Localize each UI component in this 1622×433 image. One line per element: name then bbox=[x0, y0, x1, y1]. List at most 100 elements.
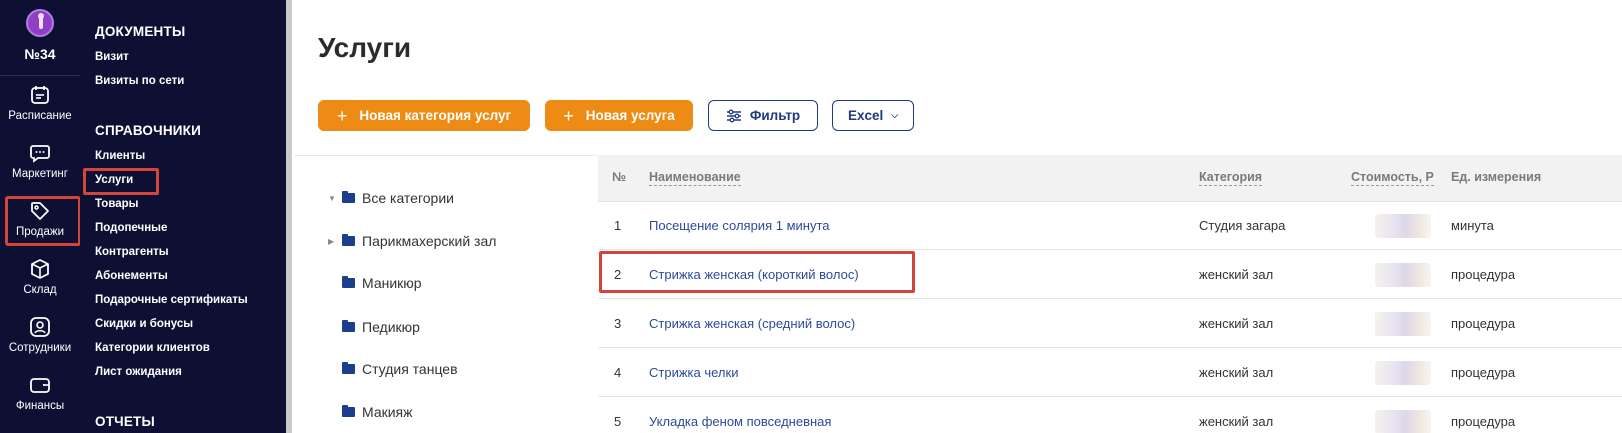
row-unit: процедура bbox=[1451, 316, 1516, 331]
new-service-label: Новая услуга bbox=[585, 108, 675, 123]
tree-item-label: Педикюр bbox=[362, 319, 420, 335]
org-number: №34 bbox=[24, 46, 56, 62]
price-redacted bbox=[1375, 214, 1431, 238]
nav-finance-label: Финансы bbox=[15, 400, 65, 412]
excel-dropdown[interactable]: Excel ⌵ bbox=[832, 100, 914, 131]
table-header: № Наименование Категория Стоимость, Р Ед… bbox=[598, 155, 1622, 202]
header-price[interactable]: Стоимость, Р bbox=[1351, 170, 1434, 186]
nav-marketing[interactable]: Маркетинг bbox=[0, 136, 80, 192]
row-category: Студия загара bbox=[1199, 218, 1286, 233]
nav-warehouse-label: Склад bbox=[23, 284, 57, 296]
row-category: женский зал bbox=[1199, 316, 1274, 331]
new-category-label: Новая категория услуг bbox=[359, 108, 512, 123]
wallet-icon bbox=[30, 378, 50, 393]
chevron-down-icon: ⌵ bbox=[891, 110, 899, 120]
tree-item-label: Макияж bbox=[362, 404, 413, 420]
excel-label: Excel bbox=[847, 108, 884, 123]
link-waiting-list[interactable]: Лист ожидания bbox=[95, 366, 182, 378]
category-tree: ▼ Все категории ▶ Парикмахерский зал Ман… bbox=[294, 155, 598, 433]
tree-item-dance-studio[interactable]: Студия танцев bbox=[342, 361, 458, 377]
table-row[interactable]: 1 Посещение солярия 1 минута Студия зага… bbox=[598, 202, 1622, 250]
folder-icon bbox=[342, 320, 355, 332]
table-row[interactable]: 4 Стрижка челки женский зал процедура bbox=[598, 349, 1622, 397]
link-gift-certificates[interactable]: Подарочные сертификаты bbox=[95, 294, 248, 306]
tree-item-hairdresser[interactable]: ▶ Парикмахерский зал bbox=[328, 233, 496, 249]
nav-warehouse[interactable]: Склад bbox=[0, 252, 80, 308]
price-redacted bbox=[1375, 263, 1431, 287]
section-references: СПРАВОЧНИКИ bbox=[95, 123, 202, 138]
link-network-visits[interactable]: Визиты по сети bbox=[95, 75, 184, 87]
row-num: 1 bbox=[614, 218, 622, 233]
row-category: женский зал bbox=[1199, 365, 1274, 380]
folder-icon bbox=[342, 405, 355, 417]
sales-submenu: ДОКУМЕНТЫ Визит Визиты по сети СПРАВОЧНИ… bbox=[80, 0, 286, 433]
nav-schedule[interactable]: Расписание bbox=[0, 78, 80, 134]
services-highlight-frame bbox=[83, 168, 159, 195]
price-redacted bbox=[1375, 312, 1431, 336]
tree-item-all[interactable]: ▼ Все категории bbox=[328, 190, 454, 206]
plus-icon: + bbox=[336, 105, 348, 126]
row-category: женский зал bbox=[1199, 267, 1274, 282]
page-title: Услуги bbox=[318, 32, 412, 63]
link-counterparties[interactable]: Контрагенты bbox=[95, 246, 169, 258]
nav-employees-label: Сотрудники bbox=[8, 342, 72, 354]
header-category[interactable]: Категория bbox=[1199, 170, 1263, 186]
chat-icon bbox=[30, 145, 50, 163]
row-num: 3 bbox=[614, 316, 622, 331]
tree-item-label: Студия танцев bbox=[362, 361, 458, 377]
tree-item-makeup[interactable]: Макияж bbox=[342, 404, 413, 420]
link-subscriptions[interactable]: Абонементы bbox=[95, 270, 168, 282]
tree-item-label: Парикмахерский зал bbox=[362, 233, 497, 249]
row-category: женский зал bbox=[1199, 414, 1274, 429]
row-name-link[interactable]: Посещение солярия 1 минута bbox=[649, 218, 829, 233]
tree-item-label: Все категории bbox=[362, 190, 454, 206]
price-redacted bbox=[1375, 410, 1431, 433]
row-name-link[interactable]: Стрижка челки bbox=[649, 365, 738, 380]
row-name-link[interactable]: Стрижка женская (средний волос) bbox=[649, 316, 855, 331]
sales-highlight-frame bbox=[5, 196, 81, 246]
sliders-icon bbox=[726, 109, 741, 122]
link-discounts-bonuses[interactable]: Скидки и бонусы bbox=[95, 318, 193, 330]
box-icon bbox=[31, 259, 49, 279]
link-wards[interactable]: Подопечные bbox=[95, 222, 167, 234]
nav-marketing-label: Маркетинг bbox=[12, 168, 68, 180]
link-goods[interactable]: Товары bbox=[95, 198, 138, 210]
row-num: 5 bbox=[614, 414, 622, 429]
row-name-link[interactable]: Укладка феном повседневная bbox=[649, 414, 831, 429]
row-unit: минута bbox=[1451, 218, 1494, 233]
price-redacted bbox=[1375, 361, 1431, 385]
row-highlight-frame bbox=[599, 251, 915, 293]
row-unit: процедура bbox=[1451, 414, 1516, 429]
filter-label: Фильтр bbox=[749, 108, 801, 123]
tree-item-manicure[interactable]: Маникюр bbox=[342, 275, 422, 291]
header-name[interactable]: Наименование bbox=[649, 170, 741, 186]
org-avatar bbox=[26, 9, 54, 37]
link-clients[interactable]: Клиенты bbox=[95, 150, 145, 162]
caret-right-icon[interactable]: ▶ bbox=[328, 237, 342, 246]
table-row[interactable]: 5 Укладка феном повседневная женский зал… bbox=[598, 398, 1622, 433]
org-logo[interactable]: №34 bbox=[0, 0, 80, 76]
header-unit[interactable]: Ед. измерения bbox=[1451, 170, 1541, 184]
link-visit[interactable]: Визит bbox=[95, 51, 129, 63]
tree-item-pedicure[interactable]: Педикюр bbox=[342, 319, 420, 335]
app-root: №34 Расписание Маркетинг Продажи Склад С… bbox=[0, 0, 1622, 433]
new-category-button[interactable]: + Новая категория услуг bbox=[318, 100, 530, 131]
row-unit: процедура bbox=[1451, 365, 1516, 380]
folder-icon bbox=[342, 276, 355, 288]
user-icon bbox=[30, 317, 50, 337]
nav-finance[interactable]: Финансы bbox=[0, 368, 80, 424]
plus-icon: + bbox=[563, 105, 574, 126]
panel-divider[interactable] bbox=[286, 0, 292, 433]
header-num[interactable]: № bbox=[612, 170, 626, 184]
section-documents: ДОКУМЕНТЫ bbox=[95, 24, 186, 39]
section-reports: ОТЧЕТЫ bbox=[95, 414, 155, 429]
table-row[interactable]: 3 Стрижка женская (средний волос) женски… bbox=[598, 300, 1622, 348]
person-icon bbox=[39, 17, 43, 29]
caret-down-icon[interactable]: ▼ bbox=[328, 194, 342, 203]
row-num: 4 bbox=[614, 365, 622, 380]
nav-employees[interactable]: Сотрудники bbox=[0, 310, 80, 366]
filter-button[interactable]: Фильтр bbox=[708, 100, 818, 131]
link-client-categories[interactable]: Категории клиентов bbox=[95, 342, 210, 354]
folder-icon bbox=[342, 362, 355, 374]
new-service-button[interactable]: + Новая услуга bbox=[545, 100, 693, 131]
